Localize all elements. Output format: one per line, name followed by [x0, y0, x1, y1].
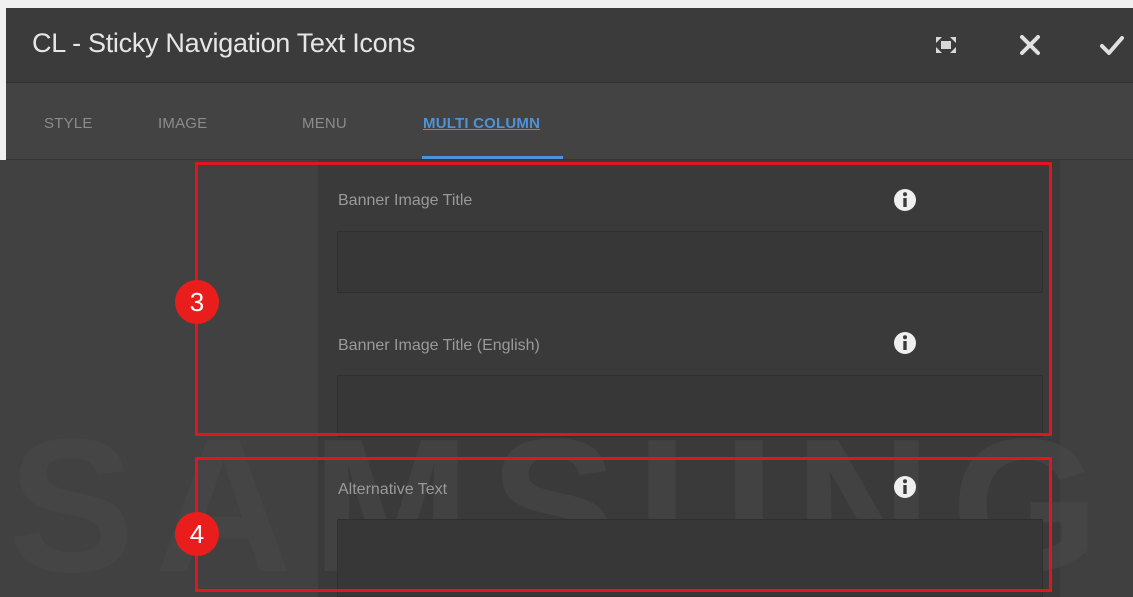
- active-tab-indicator: [422, 156, 563, 159]
- page-top-edge: [0, 0, 1133, 8]
- close-icon: [1020, 35, 1040, 55]
- close-button[interactable]: [1011, 26, 1049, 64]
- annotation-badge-4: 4: [175, 512, 219, 556]
- tab-style[interactable]: STYLE: [44, 115, 93, 132]
- tab-multi-column[interactable]: MULTI COLUMN: [423, 115, 540, 132]
- tab-menu[interactable]: MENU: [302, 115, 347, 132]
- fullscreen-icon: [936, 37, 956, 53]
- dialog-title: CL - Sticky Navigation Text Icons: [32, 28, 416, 58]
- confirm-button[interactable]: [1093, 26, 1131, 64]
- annotation-badge-3: 3: [175, 280, 219, 324]
- highlight-box-3: [195, 162, 1052, 436]
- highlight-box-4: [195, 457, 1052, 592]
- tab-bar: STYLE IMAGE MENU MULTI COLUMN: [6, 83, 1133, 160]
- fullscreen-button[interactable]: [927, 26, 965, 64]
- tab-image[interactable]: IMAGE: [158, 115, 207, 132]
- checkmark-icon: [1100, 36, 1124, 55]
- dialog-header: CL - Sticky Navigation Text Icons: [6, 8, 1133, 83]
